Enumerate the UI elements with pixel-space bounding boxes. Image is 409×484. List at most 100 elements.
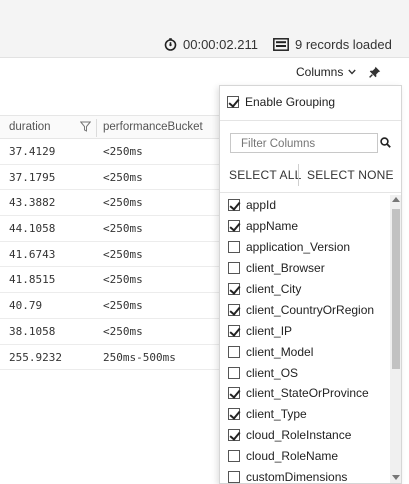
- column-option[interactable]: appName: [220, 216, 390, 237]
- column-option[interactable]: cloud_RoleName: [220, 446, 390, 467]
- scroll-down-arrow-icon[interactable]: [392, 475, 400, 480]
- enable-grouping-label: Enable Grouping: [245, 95, 336, 109]
- table-row[interactable]: 41.8515 <250ms: [0, 267, 220, 294]
- duration-cell: 38.1058: [9, 324, 56, 338]
- column-header-duration[interactable]: duration: [9, 121, 51, 133]
- column-option[interactable]: client_CountryOrRegion: [220, 299, 390, 320]
- column-header-performance-bucket[interactable]: performanceBucket: [103, 121, 203, 133]
- columns-button-label: Columns: [296, 65, 344, 79]
- performance-bucket-cell: <250ms: [103, 222, 143, 236]
- column-checkbox[interactable]: [228, 199, 240, 212]
- column-option-label: client_StateOrProvince: [246, 386, 369, 401]
- records-count: 9 records loaded: [273, 37, 392, 52]
- column-option[interactable]: cloud_RoleInstance: [220, 425, 390, 446]
- table-row[interactable]: 38.1058 <250ms: [0, 319, 220, 345]
- duration-cell: 44.1058: [9, 222, 56, 236]
- stopwatch-icon: [164, 38, 177, 51]
- results-table: duration performanceBucket 37.4129 <250m…: [0, 115, 220, 371]
- column-option[interactable]: client_OS: [220, 362, 390, 383]
- column-checkbox[interactable]: [228, 283, 240, 295]
- records-icon: [273, 38, 289, 51]
- table-row[interactable]: 37.4129 <250ms: [0, 139, 220, 165]
- duration-cell: 41.6743: [9, 247, 56, 261]
- search-icon[interactable]: [380, 137, 391, 148]
- performance-bucket-cell: <250ms: [103, 145, 143, 158]
- column-option-label: client_Model: [246, 344, 314, 359]
- column-option-label: client_OS: [246, 365, 299, 380]
- scrollbar-thumb[interactable]: [392, 209, 400, 369]
- table-row[interactable]: 255.9232 250ms-500ms: [0, 345, 220, 371]
- column-checkbox[interactable]: [228, 450, 240, 463]
- duration-cell: 40.79: [9, 299, 43, 313]
- columns-button[interactable]: Columns: [296, 65, 357, 79]
- column-checkbox[interactable]: [228, 471, 240, 483]
- column-checkbox[interactable]: [228, 345, 240, 358]
- column-option[interactable]: customDimensions: [220, 467, 390, 484]
- column-option-label: client_Type: [246, 407, 307, 422]
- column-option[interactable]: client_Type: [220, 404, 390, 425]
- column-checkbox[interactable]: [228, 241, 240, 254]
- column-option-label: customDimensions: [246, 470, 348, 484]
- column-option-label: appName: [246, 219, 299, 234]
- pin-icon[interactable]: [369, 66, 381, 78]
- records-count-text: 9 records loaded: [295, 37, 392, 52]
- duration-cell: 41.8515: [9, 273, 56, 287]
- performance-bucket-cell: <250ms: [103, 247, 143, 261]
- column-checkbox[interactable]: [228, 408, 240, 421]
- column-checkbox[interactable]: [228, 262, 240, 275]
- column-option[interactable]: client_Browser: [220, 258, 390, 279]
- column-list: appId appName application_Version client…: [220, 195, 390, 484]
- performance-bucket-cell: <250ms: [103, 196, 143, 210]
- table-row[interactable]: 40.79 <250ms: [0, 293, 220, 319]
- column-option-label: client_IP: [246, 323, 293, 338]
- column-option-label: appId: [246, 198, 277, 213]
- column-checkbox[interactable]: [228, 366, 240, 379]
- duration-cell: 43.3882: [9, 196, 56, 210]
- column-option-label: client_CountryOrRegion: [246, 302, 375, 317]
- table-row[interactable]: 41.6743 <250ms: [0, 242, 220, 268]
- column-checkbox[interactable]: [228, 429, 240, 442]
- column-option[interactable]: client_StateOrProvince: [220, 383, 390, 404]
- table-header: duration performanceBucket: [0, 115, 220, 139]
- performance-bucket-cell: 250ms-500ms: [103, 350, 176, 364]
- column-divider[interactable]: [96, 119, 97, 137]
- divider: [298, 164, 299, 186]
- performance-bucket-cell: <250ms: [103, 273, 143, 287]
- divider: [220, 192, 401, 193]
- column-chooser-panel: Enable Grouping SELECT ALL SELECT NONE a…: [219, 85, 402, 484]
- column-option[interactable]: client_Model: [220, 341, 390, 362]
- elapsed-time: 00:00:02.211: [164, 37, 258, 52]
- table-row[interactable]: 37.1795 <250ms: [0, 165, 220, 191]
- chevron-down-icon: [348, 69, 357, 75]
- performance-bucket-cell: <250ms: [103, 299, 143, 313]
- scroll-up-arrow-icon[interactable]: [392, 197, 400, 202]
- duration-cell: 37.4129: [9, 145, 56, 158]
- table-row[interactable]: 43.3882 <250ms: [0, 190, 220, 217]
- funnel-icon[interactable]: [80, 121, 91, 132]
- column-option-label: cloud_RoleName: [246, 449, 339, 464]
- column-checkbox[interactable]: [228, 303, 240, 316]
- filter-columns-input[interactable]: [230, 133, 378, 153]
- column-checkbox[interactable]: [228, 324, 240, 337]
- duration-cell: 255.9232: [9, 350, 62, 364]
- enable-grouping-checkbox[interactable]: [227, 96, 239, 108]
- column-option[interactable]: application_Version: [220, 237, 390, 258]
- performance-bucket-cell: <250ms: [103, 324, 143, 338]
- results-toolbar: Columns: [0, 58, 409, 86]
- select-none-button[interactable]: SELECT NONE: [307, 168, 394, 182]
- column-option[interactable]: appId: [220, 195, 390, 216]
- select-all-button[interactable]: SELECT ALL: [229, 168, 302, 182]
- elapsed-time-text: 00:00:02.211: [183, 37, 258, 52]
- query-status-bar: 00:00:02.211 9 records loaded: [0, 0, 409, 58]
- performance-bucket-cell: <250ms: [103, 170, 143, 184]
- column-option[interactable]: client_IP: [220, 320, 390, 341]
- column-option-label: client_City: [246, 282, 302, 296]
- enable-grouping-option[interactable]: Enable Grouping: [227, 95, 335, 109]
- column-checkbox[interactable]: [228, 387, 240, 400]
- column-list-scrollbar[interactable]: [390, 195, 401, 483]
- column-checkbox[interactable]: [228, 220, 240, 233]
- column-option[interactable]: client_City: [220, 279, 390, 300]
- column-option-label: application_Version: [246, 240, 351, 255]
- table-row[interactable]: 44.1058 <250ms: [0, 216, 220, 242]
- column-option-label: client_Browser: [246, 261, 325, 276]
